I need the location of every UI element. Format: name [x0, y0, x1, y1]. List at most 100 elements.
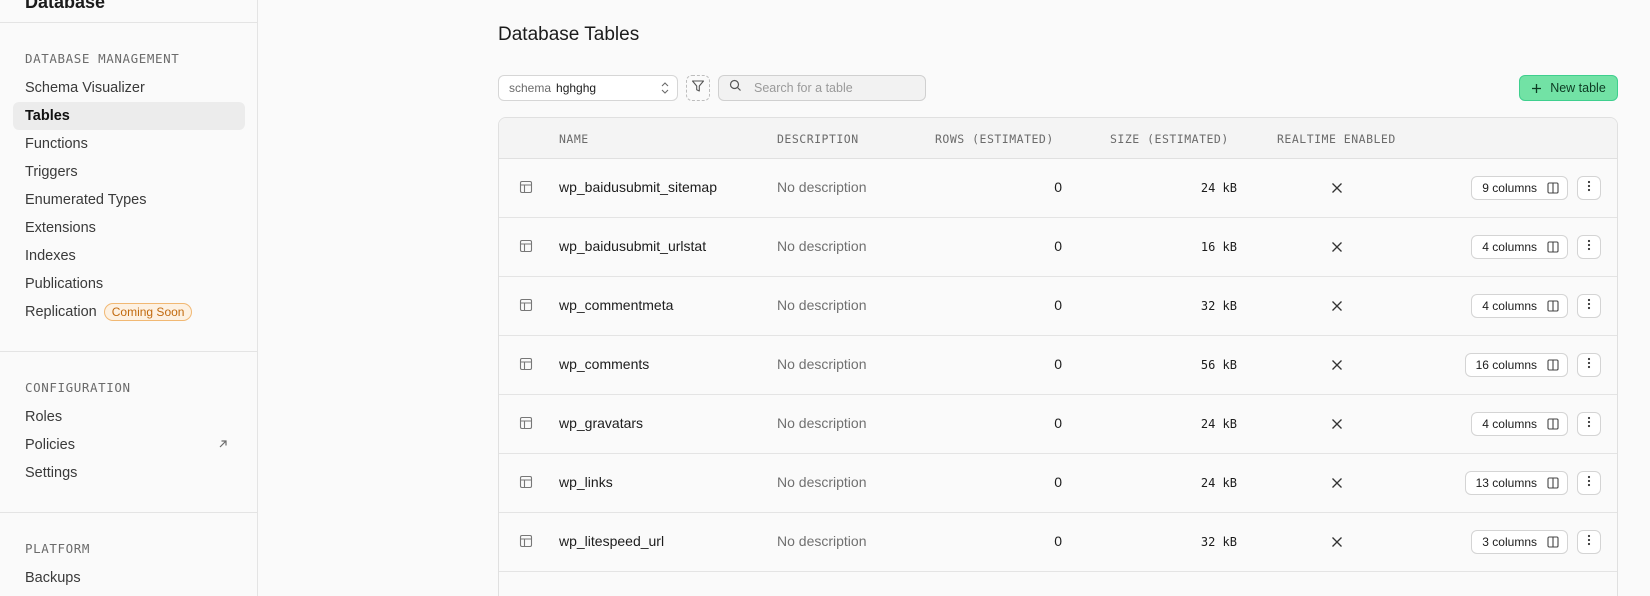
- search-box: [718, 75, 926, 101]
- sidebar: Database DATABASE MANAGEMENT Schema Visu…: [0, 0, 258, 596]
- columns-icon: [1547, 418, 1559, 430]
- sidebar-item-label: Policies: [25, 437, 75, 453]
- table-name[interactable]: wp_baidusubmit_sitemap: [559, 179, 717, 195]
- sidebar-item-label: Publications: [25, 276, 104, 292]
- row-more-button[interactable]: [1577, 412, 1601, 436]
- table-row[interactable]: wp_litespeed_url No description 0 32 kB 3 co…: [499, 513, 1617, 572]
- columns-count: 13 columns: [1475, 476, 1537, 490]
- view-columns-button[interactable]: 4 columns: [1471, 235, 1568, 259]
- table-size-estimate: 56 kB: [1200, 358, 1237, 372]
- sidebar-item-roles[interactable]: Roles: [13, 403, 245, 431]
- schema-select-prefix: schema: [509, 81, 552, 95]
- filter-button[interactable]: [686, 75, 710, 101]
- coming-soon-badge: Coming Soon: [103, 303, 193, 321]
- sidebar-item-schema-visualizer[interactable]: Schema Visualizer: [13, 74, 245, 102]
- table-name[interactable]: wp_baidusubmit_urlstat: [559, 238, 706, 254]
- more-vertical-icon: [1587, 179, 1591, 197]
- table-row[interactable]: wp_comments No description 0 56 kB 16 column…: [499, 336, 1617, 395]
- view-columns-button[interactable]: 16 columns: [1464, 353, 1568, 377]
- search-input[interactable]: [754, 81, 924, 95]
- columns-count: 4 columns: [1482, 417, 1537, 431]
- view-columns-button[interactable]: 4 columns: [1471, 412, 1568, 436]
- sidebar-item-extensions[interactable]: Extensions: [13, 214, 245, 242]
- table-description: No description: [777, 533, 867, 549]
- sidebar-item-label: Indexes: [25, 248, 76, 264]
- divider: [0, 351, 257, 352]
- table-description: No description: [777, 474, 867, 490]
- column-header-name: NAME: [559, 132, 589, 146]
- table-row[interactable]: wp_baidusubmit_sitemap No description 0 24 …: [499, 159, 1617, 218]
- sidebar-item-tables[interactable]: Tables: [13, 102, 245, 130]
- table-row[interactable]: wp_gravatars No description 0 24 kB 4 column…: [499, 395, 1617, 454]
- divider: [0, 512, 257, 513]
- row-more-button[interactable]: [1577, 176, 1601, 200]
- x-icon: [1331, 358, 1343, 376]
- table-row[interactable]: wp_commentmeta No description 0 32 kB 4 colu…: [499, 277, 1617, 336]
- table-size-estimate: 16 kB: [1200, 240, 1237, 254]
- table-description: No description: [777, 297, 867, 313]
- table-name[interactable]: wp_links: [559, 474, 613, 490]
- table-name[interactable]: wp_commentmeta: [559, 297, 673, 313]
- sidebar-item-label: Triggers: [25, 164, 78, 180]
- table-icon: [519, 475, 533, 494]
- table-row[interactable]: wp_baidusubmit_urlstat No description 0 16 …: [499, 218, 1617, 277]
- table-size-estimate: 32 kB: [1200, 299, 1237, 313]
- view-columns-button[interactable]: 4 columns: [1471, 294, 1568, 318]
- view-columns-button[interactable]: 3 columns: [1471, 530, 1568, 554]
- x-icon: [1331, 476, 1343, 494]
- table-rows-estimate: 0: [1054, 474, 1062, 490]
- table-name[interactable]: wp_gravatars: [559, 415, 643, 431]
- sidebar-item-label: Schema Visualizer: [25, 80, 145, 96]
- row-more-button[interactable]: [1577, 530, 1601, 554]
- table-icon: [519, 298, 533, 317]
- sidebar-item-backups[interactable]: Backups: [13, 564, 245, 592]
- more-vertical-icon: [1587, 356, 1591, 374]
- section-label-configuration: CONFIGURATION: [25, 380, 131, 395]
- column-header-description: DESCRIPTION: [777, 132, 859, 146]
- schema-select[interactable]: schema hghghg: [498, 75, 678, 101]
- table-row[interactable]: wp_links No description 0 24 kB 13 columns: [499, 454, 1617, 513]
- sidebar-item-triggers[interactable]: Triggers: [13, 158, 245, 186]
- row-more-button[interactable]: [1577, 235, 1601, 259]
- x-icon: [1331, 417, 1343, 435]
- table-icon: [519, 534, 533, 553]
- table-name[interactable]: wp_comments: [559, 356, 649, 372]
- sidebar-item-indexes[interactable]: Indexes: [13, 242, 245, 270]
- sidebar-item-policies[interactable]: Policies: [13, 431, 245, 459]
- more-vertical-icon: [1587, 415, 1591, 433]
- search-icon: [729, 79, 742, 97]
- divider: [0, 22, 257, 23]
- columns-count: 3 columns: [1482, 535, 1537, 549]
- new-table-button[interactable]: New table: [1519, 75, 1618, 101]
- view-columns-button[interactable]: 9 columns: [1471, 176, 1568, 200]
- x-icon: [1331, 299, 1343, 317]
- more-vertical-icon: [1587, 533, 1591, 551]
- x-icon: [1331, 181, 1343, 199]
- columns-icon: [1547, 359, 1559, 371]
- table-rows-estimate: 0: [1054, 238, 1062, 254]
- x-icon: [1331, 535, 1343, 553]
- external-link-icon: [217, 438, 229, 454]
- section-label-database-management: DATABASE MANAGEMENT: [25, 51, 180, 66]
- filter-icon: [691, 79, 705, 98]
- chevron-up-down-icon: [660, 81, 670, 98]
- sidebar-item-enumerated-types[interactable]: Enumerated Types: [13, 186, 245, 214]
- sidebar-item-publications[interactable]: Publications: [13, 270, 245, 298]
- sidebar-item-settings[interactable]: Settings: [13, 459, 245, 487]
- row-more-button[interactable]: [1577, 294, 1601, 318]
- table-rows-estimate: 0: [1054, 297, 1062, 313]
- row-more-button[interactable]: [1577, 353, 1601, 377]
- schema-select-value: hghghg: [556, 81, 597, 95]
- section-label-platform: PLATFORM: [25, 541, 91, 556]
- sidebar-item-replication[interactable]: Replication Coming Soon: [13, 298, 245, 326]
- sidebar-item-functions[interactable]: Functions: [13, 130, 245, 158]
- columns-icon: [1547, 477, 1559, 489]
- table-size-estimate: 24 kB: [1200, 476, 1237, 490]
- tables-table: NAME DESCRIPTION ROWS (ESTIMATED) SIZE (…: [498, 117, 1618, 596]
- row-more-button[interactable]: [1577, 471, 1601, 495]
- table-icon: [519, 357, 533, 376]
- table-rows-estimate: 0: [1054, 415, 1062, 431]
- table-name[interactable]: wp_litespeed_url: [559, 533, 664, 549]
- sidebar-title: Database: [25, 0, 106, 12]
- view-columns-button[interactable]: 13 columns: [1464, 471, 1568, 495]
